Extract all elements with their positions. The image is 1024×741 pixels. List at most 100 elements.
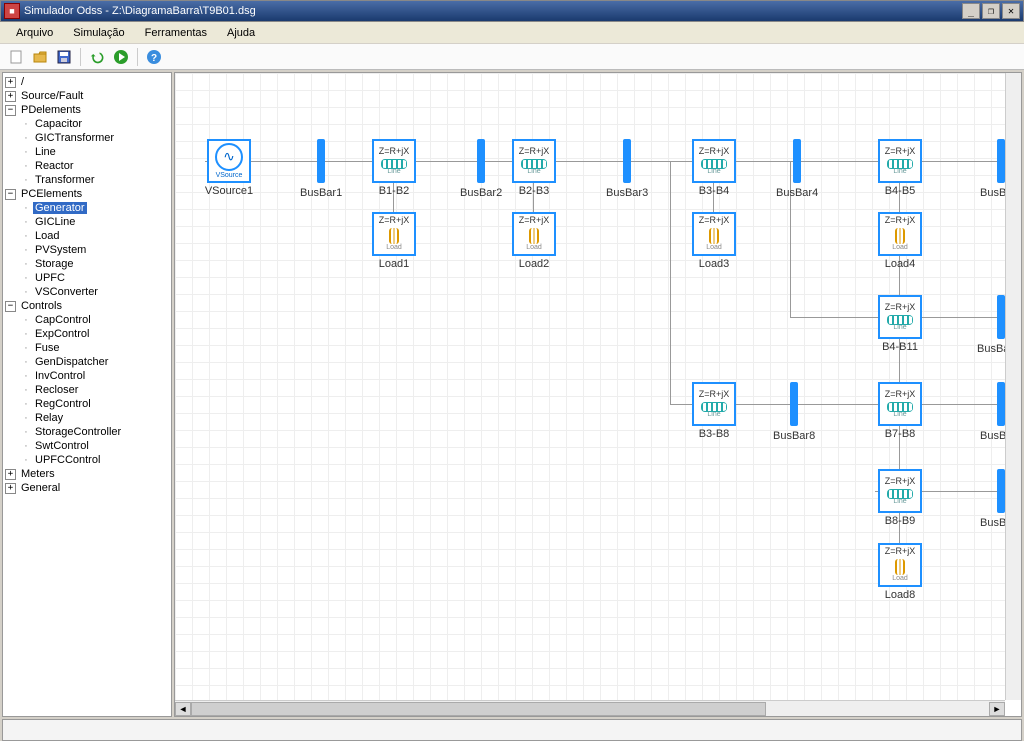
block-label: B1-B2 (379, 185, 410, 197)
tree-gictransformer[interactable]: GICTransformer (33, 132, 116, 144)
tree-pdelements[interactable]: PDelements (19, 104, 83, 116)
inductor-icon (521, 159, 547, 167)
run-icon[interactable] (111, 47, 131, 67)
minimize-button[interactable]: _ (962, 3, 980, 19)
tree-toggle[interactable]: − (5, 189, 16, 200)
save-icon[interactable] (54, 47, 74, 67)
busbar-label: BusBar4 (776, 187, 818, 199)
diagram-canvas[interactable]: ∿ VSource VSource1 BusBar1 BusBar2 BusBa… (175, 73, 1005, 700)
inductor-icon (887, 159, 913, 167)
eq-label: Z=R+jX (885, 390, 916, 400)
tree-toggle[interactable]: + (5, 483, 16, 494)
block-b4b11[interactable]: Z=R+jXLine B4-B11 (876, 295, 924, 353)
eq-label: Z=R+jX (519, 216, 550, 226)
block-load2[interactable]: Z=R+jXLoad Load2 (510, 212, 558, 270)
busbar-label: BusBar3 (606, 187, 648, 199)
tree-toggle[interactable]: + (5, 77, 16, 88)
tree-root[interactable]: / (19, 76, 26, 88)
busbar7[interactable]: BusBar7 (980, 382, 1005, 442)
eq-label: Z=R+jX (885, 547, 916, 557)
tree-toggle[interactable]: − (5, 105, 16, 116)
busbar8[interactable]: BusBar8 (773, 382, 815, 442)
tree-invcontrol[interactable]: InvControl (33, 370, 87, 382)
block-label: Load2 (519, 258, 550, 270)
tree-fuse[interactable]: Fuse (33, 342, 61, 354)
block-load4[interactable]: Z=R+jXLoad Load4 (876, 212, 924, 270)
block-b3b4[interactable]: Z=R+jXLine B3-B4 (690, 139, 738, 197)
busbar9[interactable]: BusBar9 (980, 469, 1005, 529)
horizontal-scrollbar[interactable]: ◄ ► (175, 700, 1005, 716)
tree-expcontrol[interactable]: ExpControl (33, 328, 91, 340)
close-button[interactable]: ✕ (1002, 3, 1020, 19)
load-sub: Load (706, 244, 722, 252)
busbar3[interactable]: BusBar3 (606, 139, 648, 199)
tree-vsconverter[interactable]: VSConverter (33, 286, 100, 298)
tree-meters[interactable]: Meters (19, 468, 57, 480)
tree-gicline[interactable]: GICLine (33, 216, 77, 228)
open-icon[interactable] (30, 47, 50, 67)
scroll-thumb[interactable] (191, 702, 766, 716)
tree-load[interactable]: Load (33, 230, 61, 242)
tree-recloser[interactable]: Recloser (33, 384, 80, 396)
tree-swtcontrol[interactable]: SwtControl (33, 440, 91, 452)
block-b2b3[interactable]: Z=R+jXLine B2-B3 (510, 139, 558, 197)
line-sub: Line (707, 168, 720, 176)
svg-text:?: ? (151, 53, 157, 64)
scroll-left-icon[interactable]: ◄ (175, 702, 191, 716)
tree-upfccontrol[interactable]: UPFCControl (33, 454, 102, 466)
tree-storage[interactable]: Storage (33, 258, 76, 270)
block-vsource1[interactable]: ∿ VSource VSource1 (205, 139, 253, 197)
undo-icon[interactable] (87, 47, 107, 67)
block-load8[interactable]: Z=R+jXLoad Load8 (876, 543, 924, 601)
tree-storagecontroller[interactable]: StorageController (33, 426, 123, 438)
load-sub: Load (892, 575, 908, 583)
tree-transformer[interactable]: Transformer (33, 174, 97, 186)
block-b4b5[interactable]: Z=R+jXLine B4-B5 (876, 139, 924, 197)
maximize-button[interactable]: ❐ (982, 3, 1000, 19)
block-load1[interactable]: Z=R+jXLoad Load1 (370, 212, 418, 270)
tree-upfc[interactable]: UPFC (33, 272, 67, 284)
block-load3[interactable]: Z=R+jXLoad Load3 (690, 212, 738, 270)
tree-generator[interactable]: Generator (33, 202, 87, 214)
tree-toggle[interactable]: + (5, 91, 16, 102)
block-label: B4-B11 (882, 341, 918, 353)
toolbar: ? (0, 44, 1024, 70)
busbar4[interactable]: BusBar4 (776, 139, 818, 199)
busbar11[interactable]: BusBar11 (977, 295, 1005, 355)
scroll-right-icon[interactable]: ► (989, 702, 1005, 716)
block-b3b8[interactable]: Z=R+jXLine B3-B8 (690, 382, 738, 440)
load-icon (895, 559, 905, 575)
tree-toggle[interactable]: − (5, 301, 16, 312)
menu-ajuda[interactable]: Ajuda (217, 25, 265, 41)
menu-arquivo[interactable]: Arquivo (6, 25, 63, 41)
app-icon: ■ (4, 3, 20, 19)
busbar-label: BusBar7 (980, 430, 1005, 442)
tree-pvsystem[interactable]: PVSystem (33, 244, 88, 256)
tree-controls[interactable]: Controls (19, 300, 64, 312)
busbar5[interactable]: BusBar5 (980, 139, 1005, 199)
tree-relay[interactable]: Relay (33, 412, 65, 424)
block-b1b2[interactable]: Z=R+jXLine B1-B2 (370, 139, 418, 197)
tree-panel[interactable]: +/ +Source/Fault −PDelements ·Capacitor … (2, 72, 172, 717)
vertical-scrollbar[interactable] (1005, 73, 1021, 700)
busbar-label: BusBar9 (980, 517, 1005, 529)
help-icon[interactable]: ? (144, 47, 164, 67)
load-icon (389, 228, 399, 244)
block-b7b8[interactable]: Z=R+jXLine B7-B8 (876, 382, 924, 440)
menu-simulacao[interactable]: Simulação (63, 25, 134, 41)
tree-line[interactable]: Line (33, 146, 58, 158)
tree-pcelements[interactable]: PCElements (19, 188, 84, 200)
tree-gendispatcher[interactable]: GenDispatcher (33, 356, 110, 368)
busbar1[interactable]: BusBar1 (300, 139, 342, 199)
block-b8b9[interactable]: Z=R+jXLine B8-B9 (876, 469, 924, 527)
tree-general[interactable]: General (19, 482, 62, 494)
menu-ferramentas[interactable]: Ferramentas (135, 25, 217, 41)
busbar2[interactable]: BusBar2 (460, 139, 502, 199)
tree-capacitor[interactable]: Capacitor (33, 118, 84, 130)
tree-regcontrol[interactable]: RegControl (33, 398, 93, 410)
new-icon[interactable] (6, 47, 26, 67)
tree-capcontrol[interactable]: CapControl (33, 314, 93, 326)
tree-reactor[interactable]: Reactor (33, 160, 76, 172)
tree-sourcefault[interactable]: Source/Fault (19, 90, 85, 102)
tree-toggle[interactable]: + (5, 469, 16, 480)
